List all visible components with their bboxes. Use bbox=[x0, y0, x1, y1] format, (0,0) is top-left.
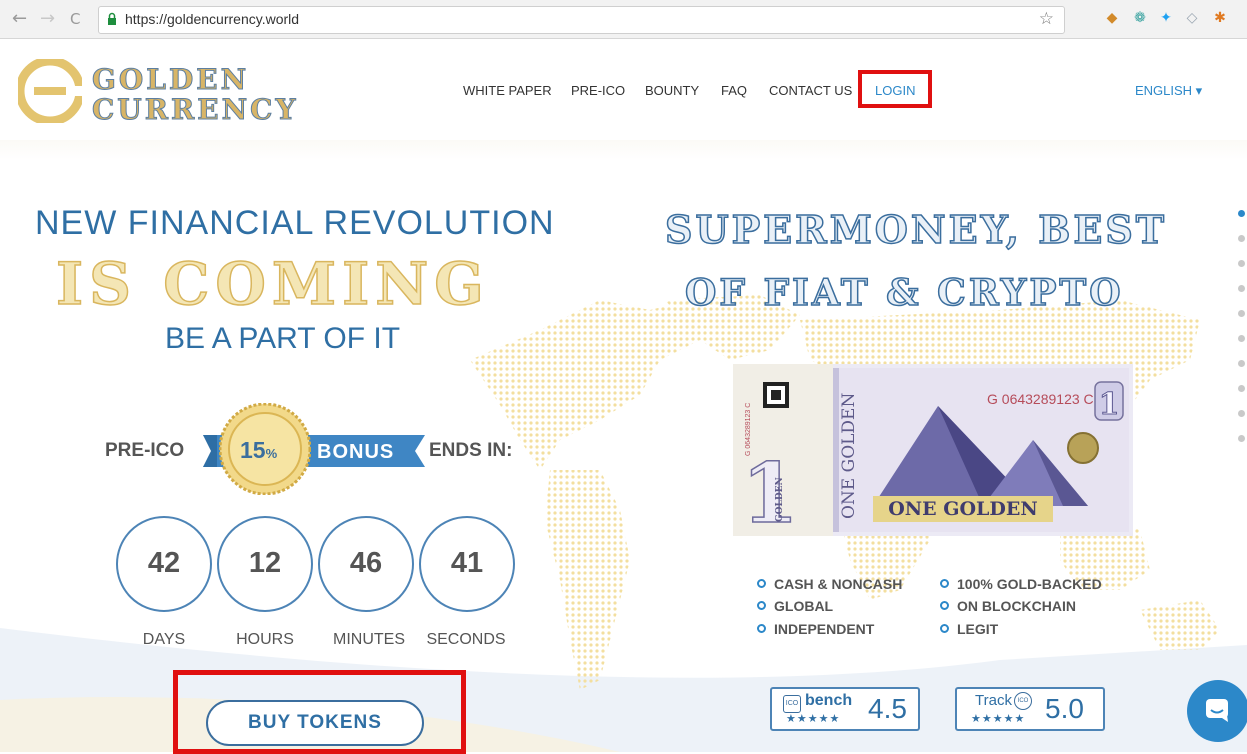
shield-icon[interactable]: ◇ bbox=[1184, 10, 1200, 26]
section-dot-6[interactable] bbox=[1238, 335, 1245, 342]
trackico-magnifier-icon: ICO bbox=[1014, 692, 1032, 710]
bonus-label: BONUS bbox=[317, 441, 395, 463]
icobench-rating-badge[interactable]: ICO bench ★★★★★ 4.5 bbox=[770, 687, 920, 731]
trackico-stars: ★★★★★ bbox=[971, 712, 1026, 725]
banknote-name: ONE GOLDEN bbox=[888, 498, 1037, 520]
header-shadow bbox=[0, 140, 1247, 160]
browser-toolbar: ← → C https://goldencurrency.world ☆ ◆ ❁… bbox=[0, 0, 1247, 39]
buy-tokens-button[interactable]: BUY TOKENS bbox=[206, 700, 424, 746]
countdown-seconds-label: SECONDS bbox=[426, 631, 506, 648]
banknote-denomination-top: 1 bbox=[1099, 387, 1120, 422]
section-nav-dots bbox=[1238, 210, 1245, 460]
extension-icon-1[interactable]: ◆ bbox=[1104, 10, 1120, 26]
pre-ico-label: PRE-ICO bbox=[105, 440, 185, 461]
tagline-line-2: OF FIAT & CRYPTO bbox=[684, 271, 1124, 315]
nav-bounty[interactable]: BOUNTY bbox=[645, 83, 699, 98]
section-dot-4[interactable] bbox=[1238, 285, 1245, 292]
banknote-serial: G 0643289123 C bbox=[987, 391, 1094, 407]
section-dot-8[interactable] bbox=[1238, 385, 1245, 392]
tagline-line-1: SUPERMONEY, BEST bbox=[664, 206, 1168, 253]
chat-bubble-icon bbox=[1206, 699, 1228, 722]
back-icon[interactable]: ← bbox=[12, 9, 27, 29]
section-dot-9[interactable] bbox=[1238, 410, 1245, 417]
banknote-small-word: GOLDEN bbox=[775, 477, 785, 522]
icobench-brand: bench bbox=[805, 692, 853, 709]
nav-faq[interactable]: FAQ bbox=[721, 83, 747, 98]
section-dot-5[interactable] bbox=[1238, 310, 1245, 317]
url-text[interactable]: https://goldencurrency.world bbox=[125, 11, 299, 27]
bookmark-star-icon[interactable]: ☆ bbox=[1039, 9, 1054, 29]
extension-icon-2[interactable]: ❁ bbox=[1132, 10, 1148, 26]
feature-global: GLOBAL bbox=[757, 598, 833, 614]
feature-gold-backed: 100% GOLD-BACKED bbox=[940, 576, 1102, 592]
countdown-days-label: DAYS bbox=[142, 631, 186, 648]
section-dot-1[interactable] bbox=[1238, 210, 1245, 217]
golden-currency-logo-icon[interactable] bbox=[18, 59, 82, 123]
hero-headline: NEW FINANCIAL REVOLUTION bbox=[35, 204, 555, 242]
logo-text-golden[interactable]: GOLDEN bbox=[91, 63, 249, 97]
countdown-days: 42 bbox=[116, 516, 212, 612]
nav-pre-ico[interactable]: PRE-ICO bbox=[571, 83, 625, 98]
banknote-small-serial: G 0643289123 C bbox=[745, 403, 752, 456]
countdown-minutes: 46 bbox=[318, 516, 414, 612]
chat-widget-button[interactable] bbox=[1187, 680, 1247, 742]
reload-icon[interactable]: C bbox=[70, 9, 80, 29]
section-dot-2[interactable] bbox=[1238, 235, 1245, 242]
banknote-denomination-large: 1 bbox=[741, 446, 798, 536]
icobench-score: 4.5 bbox=[868, 693, 907, 724]
hero-subheadline: BE A PART OF IT bbox=[165, 322, 401, 355]
nav-contact-us[interactable]: CONTACT US bbox=[769, 83, 852, 98]
trackico-brand: Track bbox=[975, 692, 1012, 709]
feature-on-blockchain: ON BLOCKCHAIN bbox=[940, 598, 1076, 614]
address-bar[interactable]: https://goldencurrency.world ☆ bbox=[98, 6, 1065, 34]
hero-headline-gold: IS COMING bbox=[55, 249, 490, 319]
feature-legit: LEGIT bbox=[940, 621, 998, 637]
one-golden-banknote: 1 1 G 0643289123 C ONE GOLDEN ONE GOLDEN… bbox=[733, 364, 1133, 536]
banknote-side-text: ONE GOLDEN bbox=[839, 393, 859, 519]
logo-text-currency[interactable]: CURRENCY bbox=[91, 93, 298, 127]
feature-independent: INDEPENDENT bbox=[757, 621, 874, 637]
section-dot-7[interactable] bbox=[1238, 360, 1245, 367]
forward-icon[interactable]: → bbox=[40, 9, 55, 29]
bonus-percent: 15% bbox=[240, 437, 278, 463]
countdown-seconds: 41 bbox=[419, 516, 515, 612]
section-dot-3[interactable] bbox=[1238, 260, 1245, 267]
icobench-logo-icon: ICO bbox=[783, 695, 801, 713]
ends-in-label: ENDS IN: bbox=[429, 440, 513, 461]
trackico-rating-badge[interactable]: Track ICO ★★★★★ 5.0 bbox=[955, 687, 1105, 731]
nav-white-paper[interactable]: WHITE PAPER bbox=[463, 83, 552, 98]
nav-login[interactable]: LOGIN bbox=[875, 83, 915, 98]
section-dot-10[interactable] bbox=[1238, 435, 1245, 442]
countdown-hours: 12 bbox=[217, 516, 313, 612]
countdown-hours-label: HOURS bbox=[236, 631, 294, 648]
metamask-icon[interactable]: ✱ bbox=[1212, 10, 1228, 26]
lock-icon bbox=[108, 12, 116, 25]
icobench-stars: ★★★★★ bbox=[786, 712, 841, 725]
countdown-minutes-label: MINUTES bbox=[333, 631, 405, 648]
trackico-score: 5.0 bbox=[1045, 693, 1084, 724]
twitter-icon[interactable]: ✦ bbox=[1158, 10, 1174, 26]
feature-cash-noncash: CASH & NONCASH bbox=[757, 576, 902, 592]
language-selector[interactable]: ENGLISH ▾ bbox=[1135, 83, 1202, 99]
